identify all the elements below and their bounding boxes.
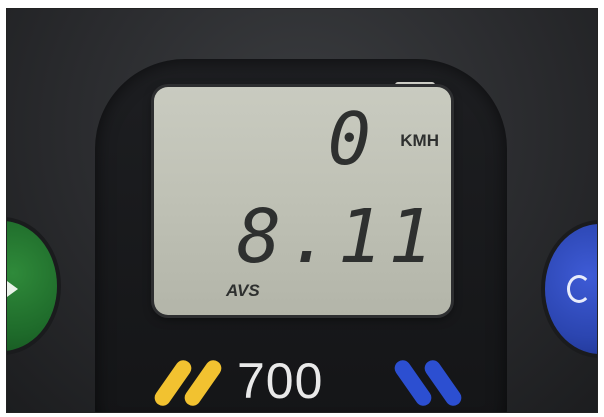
play-arrow-icon [7, 281, 18, 297]
current-speed-value: 0 [327, 97, 373, 181]
average-speed-label: AVS [226, 281, 260, 300]
photo-frame: 0 KMH 8.11 AVS 700 [6, 8, 598, 413]
circle-arrow-icon [567, 275, 591, 303]
average-speed-value: 8.11 [236, 194, 439, 280]
brand-row: 700 [147, 349, 477, 412]
lcd-screen: 0 KMH 8.11 AVS [154, 87, 451, 315]
model-number: 700 [237, 353, 324, 409]
speed-unit-label: KMH [400, 131, 439, 150]
